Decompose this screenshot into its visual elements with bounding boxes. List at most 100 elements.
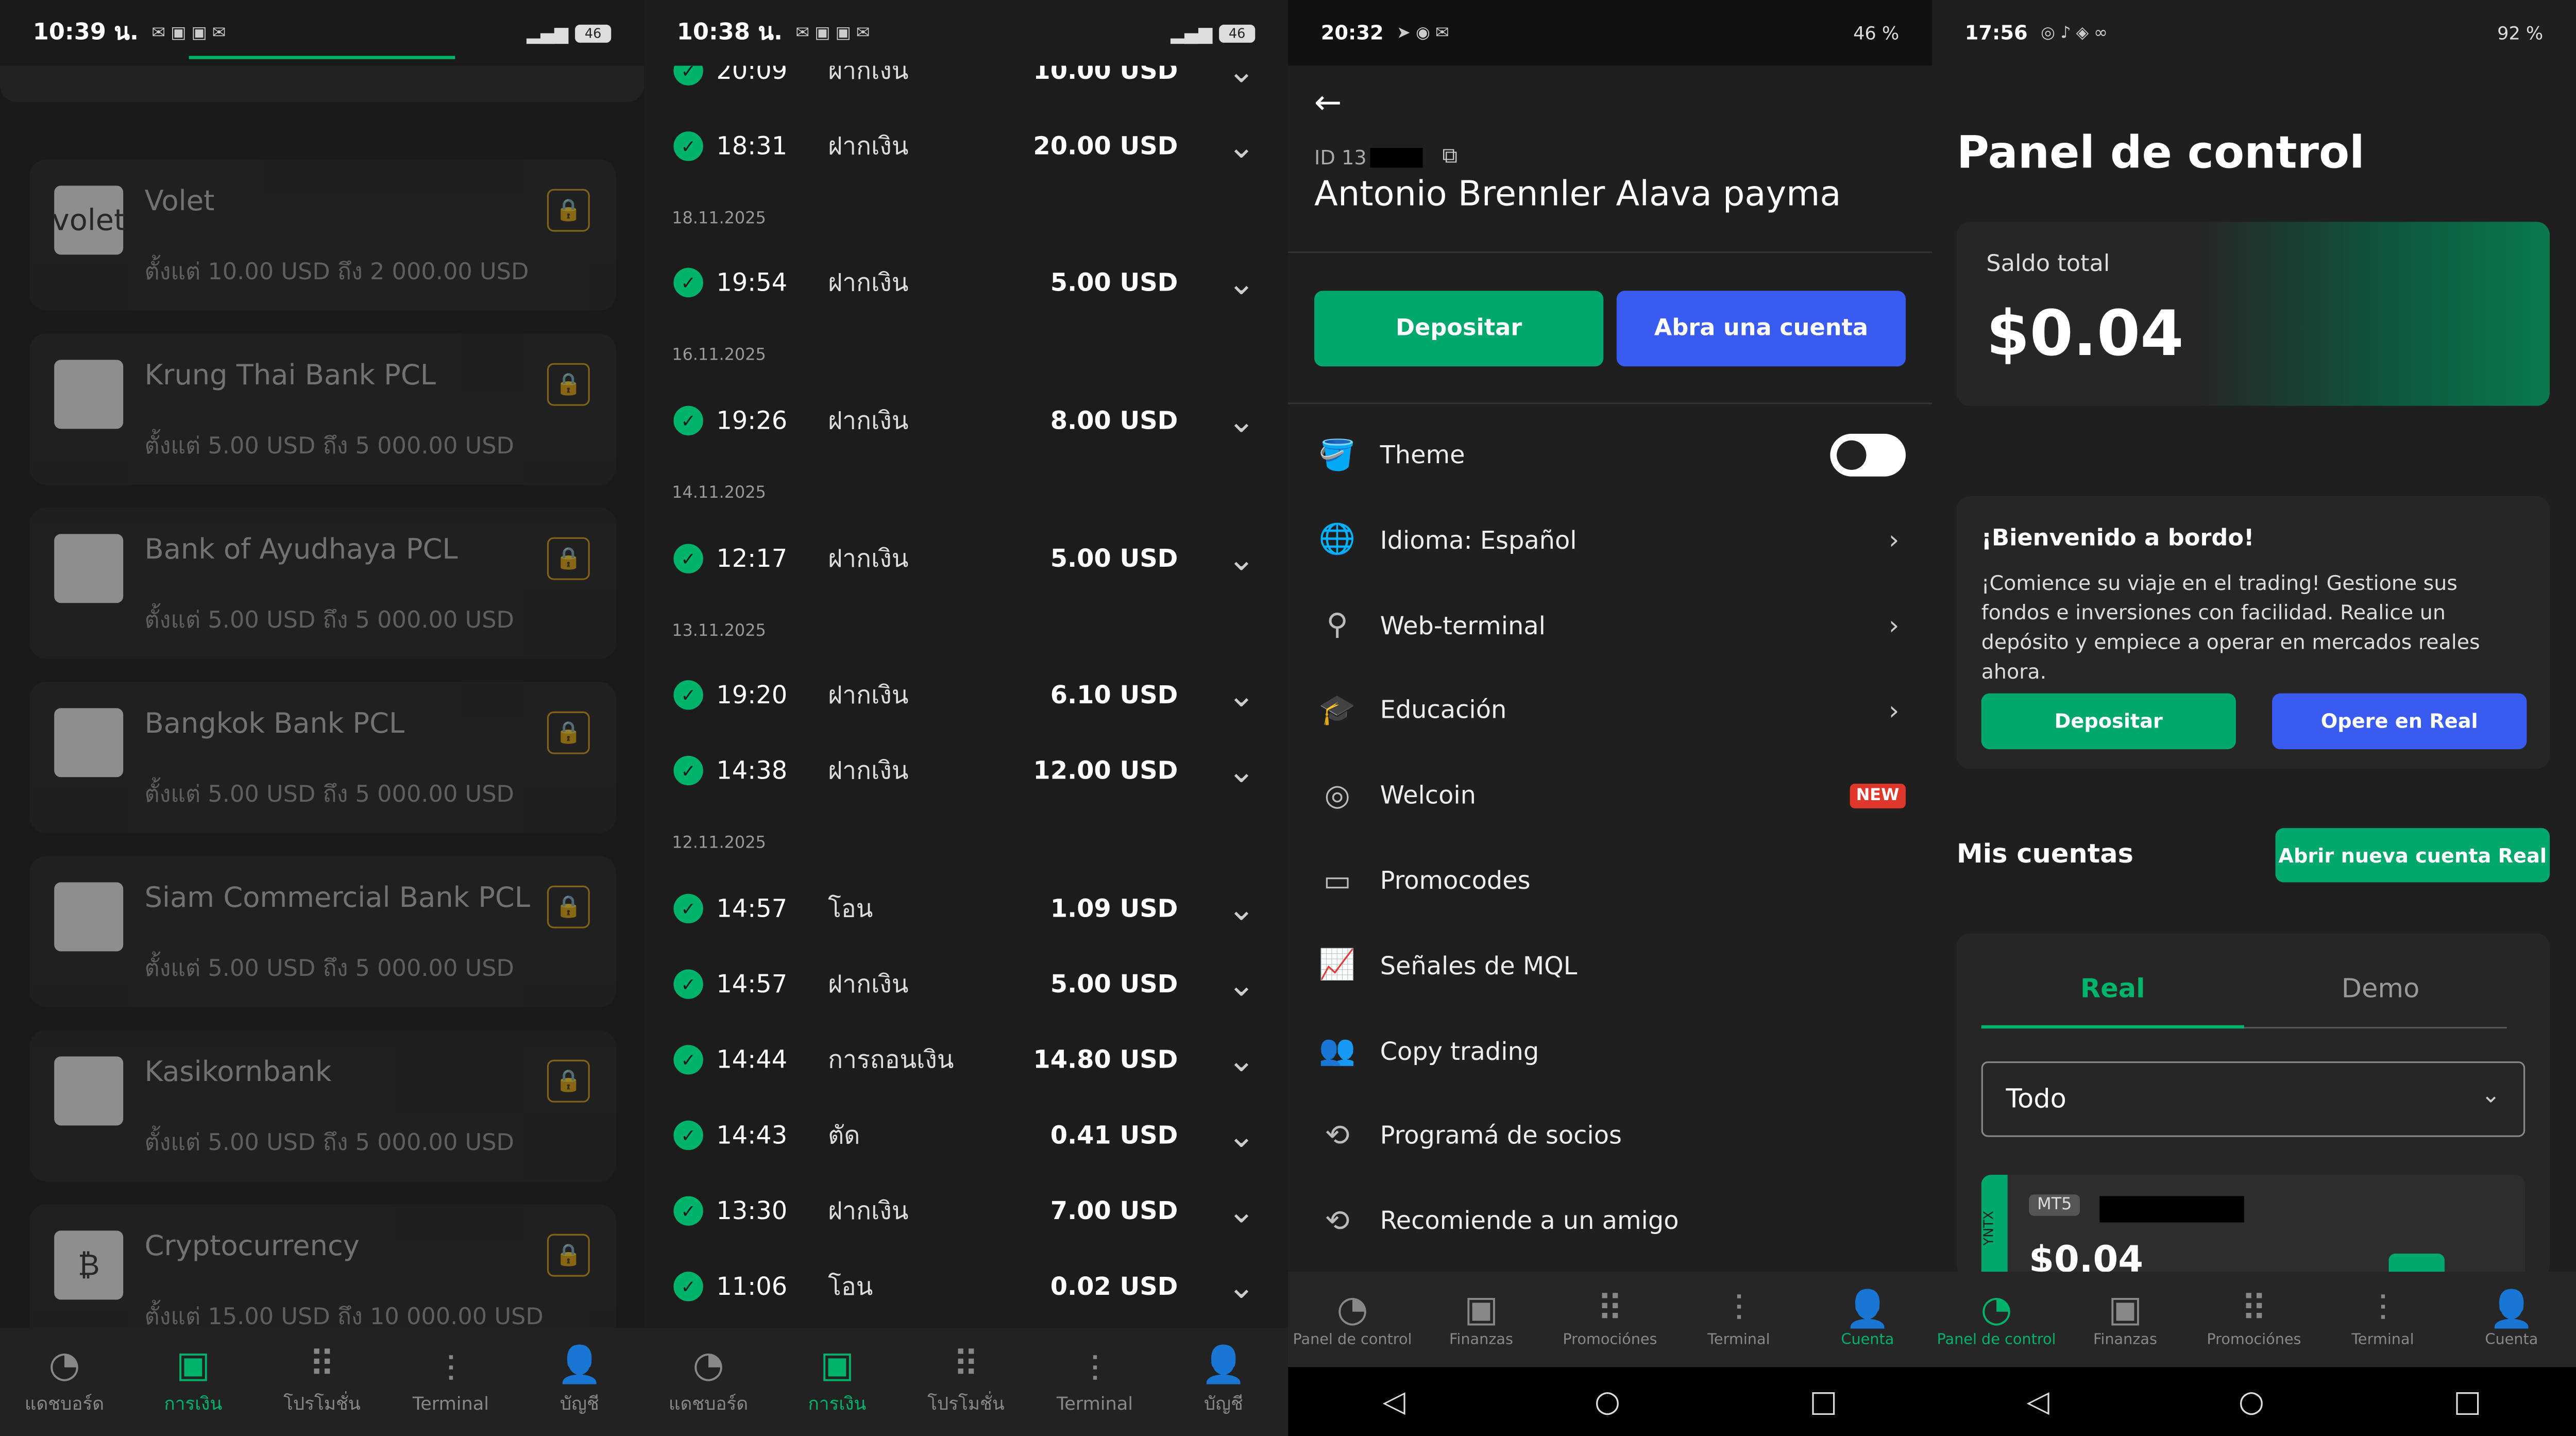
account-item[interactable]: YNTX MT5 $0.04 xyxy=(1981,1174,2526,1278)
menu-item[interactable]: ⟲ Programá de socios xyxy=(1288,1093,1932,1179)
theme-toggle[interactable] xyxy=(1830,433,1906,477)
payment-method-card[interactable]: Bangkok Bank PCL ตั้งแต่ 5.00 USD ถึง 5 0… xyxy=(29,682,616,833)
menu-item[interactable]: 🌐 Idioma: Español › xyxy=(1288,498,1932,583)
transaction-row[interactable]: ✓ 19:20 ฝากเงิน 6.10 USD ⌄ xyxy=(644,657,1288,733)
bank-logo-icon xyxy=(54,534,124,603)
chevron-down-icon[interactable]: ⌄ xyxy=(1228,1191,1255,1231)
nav-item[interactable]: ⠿ Promociónes xyxy=(2190,1290,2318,1349)
grid-icon: ⠿ xyxy=(1597,1290,1623,1331)
chevron-down-icon[interactable]: ⌄ xyxy=(1228,401,1255,441)
payment-method-card[interactable]: Bank of Ayudhaya PCL ตั้งแต่ 5.00 USD ถึง… xyxy=(29,508,616,659)
deposit-button[interactable]: Depositar xyxy=(1981,693,2236,750)
payment-method-card[interactable]: volet Volet ตั้งแต่ 10.00 USD ถึง 2 000.00… xyxy=(29,159,616,311)
chevron-down-icon[interactable]: ⌄ xyxy=(1228,539,1255,579)
nav-item[interactable]: ◔ แดชบอร์ด xyxy=(644,1346,773,1418)
chevron-down-icon[interactable]: ⌄ xyxy=(1228,1267,1255,1307)
nav-item[interactable]: ⠿ โปรโมชั่น xyxy=(258,1346,386,1418)
transaction-amount: 5.00 USD xyxy=(1050,267,1178,298)
back-arrow-icon[interactable]: ← xyxy=(1314,82,1342,122)
open-account-button[interactable]: Abra una cuenta xyxy=(1616,291,1906,367)
chevron-down-icon[interactable]: ⌄ xyxy=(1228,1040,1255,1080)
bank-logo-icon xyxy=(54,882,124,952)
tab-real[interactable]: Real xyxy=(1981,973,2244,1004)
trade-real-button[interactable]: Opere en Real xyxy=(2272,693,2527,750)
nav-item[interactable]: ◔ แดชบอร์ด xyxy=(0,1346,129,1418)
chevron-down-icon[interactable]: ⌄ xyxy=(1228,889,1255,928)
tab-underline xyxy=(1981,1025,2244,1029)
chevron-down-icon[interactable]: ⌄ xyxy=(1228,263,1255,302)
transaction-row[interactable]: ✓ 13:30 ฝากเงิน 7.00 USD ⌄ xyxy=(644,1173,1288,1249)
nav-item[interactable]: ▣ Finanzas xyxy=(1417,1290,1546,1349)
nav-item[interactable]: ▣ การเงิน xyxy=(129,1346,258,1418)
recents-square-icon[interactable]: □ xyxy=(2453,1384,2481,1419)
menu-item-label: Programá de socios xyxy=(1380,1121,1622,1151)
payment-method-card[interactable]: Kasikornbank ตั้งแต่ 5.00 USD ถึง 5 000.0… xyxy=(29,1030,616,1181)
nav-item[interactable]: ⠿ Promociónes xyxy=(1546,1290,1674,1349)
chevron-down-icon[interactable]: ⌄ xyxy=(1228,751,1255,790)
bottom-nav: ◔ Panel de control ▣ Finanzas ⠿ Promociónes ⫶ T… xyxy=(1288,1272,1933,1367)
balance-card: Saldo total $0.04 xyxy=(1956,222,2550,406)
nav-item[interactable]: 👤 บัญชี xyxy=(515,1346,644,1418)
menu-item[interactable]: 👥 Copy trading xyxy=(1288,1008,1932,1094)
wallet-icon: ▣ xyxy=(1464,1290,1499,1331)
bank-logo-icon xyxy=(54,360,124,429)
chevron-down-icon[interactable]: ⌄ xyxy=(1228,675,1255,715)
back-triangle-icon[interactable]: ◁ xyxy=(2027,1384,2049,1419)
check-icon: ✓ xyxy=(673,680,703,710)
system-nav-bar: ◁ ○ □ xyxy=(1288,1367,1933,1436)
account-holder-name: Antonio Brennler Alava payma xyxy=(1314,174,1841,214)
transaction-row[interactable]: ✓ 11:06 โอน 0.02 USD ⌄ xyxy=(644,1248,1288,1324)
nav-item[interactable]: ⫶ Terminal xyxy=(2318,1290,2447,1349)
nav-item[interactable]: ◔ Panel de control xyxy=(1288,1290,1417,1349)
home-circle-icon[interactable]: ○ xyxy=(2239,1384,2264,1419)
nav-item[interactable]: 👤 Cuenta xyxy=(2447,1290,2576,1349)
chevron-down-icon[interactable]: ⌄ xyxy=(1228,1116,1255,1155)
transaction-row[interactable]: ✓ 12:17 ฝากเงิน 5.00 USD ⌄ xyxy=(644,521,1288,597)
payment-method-card[interactable]: Krung Thai Bank PCL ตั้งแต่ 5.00 USD ถึง … xyxy=(29,333,616,485)
nav-item[interactable]: ⠿ โปรโมชั่น xyxy=(902,1346,1030,1418)
menu-item[interactable]: ▭ Promocodes xyxy=(1288,838,1932,923)
back-triangle-icon[interactable]: ◁ xyxy=(1383,1384,1405,1419)
menu-item[interactable]: 📈 Señales de MQL xyxy=(1288,923,1932,1008)
recents-square-icon[interactable]: □ xyxy=(1809,1384,1837,1419)
nav-item[interactable]: ◔ Panel de control xyxy=(1932,1290,2061,1349)
payment-method-name: Krung Thai Bank PCL xyxy=(144,360,436,393)
check-icon: ✓ xyxy=(673,544,703,573)
deposit-button[interactable]: Depositar xyxy=(1314,291,1604,367)
menu-item[interactable]: 🎓 Educación › xyxy=(1288,668,1932,753)
nav-item[interactable]: 👤 บัญชี xyxy=(1159,1346,1288,1418)
account-filter-select[interactable]: Todo ⌄ xyxy=(1981,1061,2526,1137)
copy-icon[interactable]: ⧉ xyxy=(1442,145,1458,170)
welcome-title: ¡Bienvenido a bordo! xyxy=(1981,526,2255,552)
scroll-indicator xyxy=(189,56,455,59)
nav-item[interactable]: ⫶ Terminal xyxy=(386,1350,515,1414)
home-circle-icon[interactable]: ○ xyxy=(1595,1384,1620,1419)
menu-item[interactable]: ◎ Welcoin NEW xyxy=(1288,753,1932,838)
menu-item[interactable]: ⟲ Recomiende a un amigo xyxy=(1288,1178,1932,1264)
handshake-icon: ⟲ xyxy=(1325,1204,1350,1239)
chevron-down-icon[interactable]: ⌄ xyxy=(1228,127,1255,166)
bank-logo-icon xyxy=(54,708,124,778)
transaction-row[interactable]: ✓ 18:31 ฝากเงิน 20.00 USD ⌄ xyxy=(644,108,1288,184)
account-platform-badge: MT5 xyxy=(2029,1194,2080,1216)
chevron-down-icon[interactable]: ⌄ xyxy=(1228,965,1255,1004)
open-real-account-button[interactable]: Abrir nueva cuenta Real xyxy=(2275,828,2550,883)
nav-item[interactable]: ⫶ Terminal xyxy=(1674,1290,1803,1349)
nav-item[interactable]: ⫶ Terminal xyxy=(1030,1350,1159,1414)
menu-item[interactable]: ⚲ Web-terminal › xyxy=(1288,583,1932,668)
transaction-row[interactable]: ✓ 14:57 โอน 1.09 USD ⌄ xyxy=(644,871,1288,947)
transaction-row[interactable]: ✓ 19:54 ฝากเงิน 5.00 USD ⌄ xyxy=(644,245,1288,320)
status-bar: 20:32 ➤ ◉ ✉ 46 % xyxy=(1288,0,1933,66)
nav-item[interactable]: 👤 Cuenta xyxy=(1803,1290,1932,1349)
nav-label: Promociónes xyxy=(1563,1332,1657,1349)
payment-method-card[interactable]: Siam Commercial Bank PCL ตั้งแต่ 5.00 USD… xyxy=(29,856,616,1007)
transaction-row[interactable]: ✓ 14:44 การถอนเงิน 14.80 USD ⌄ xyxy=(644,1022,1288,1097)
menu-item[interactable]: 🪣 Theme xyxy=(1288,412,1932,498)
transaction-row[interactable]: ✓ 14:57 ฝากเงิน 5.00 USD ⌄ xyxy=(644,947,1288,1022)
transaction-row[interactable]: ✓ 14:38 ฝากเงิน 12.00 USD ⌄ xyxy=(644,733,1288,808)
tab-demo[interactable]: Demo xyxy=(2249,973,2512,1004)
nav-item[interactable]: ▣ Finanzas xyxy=(2061,1290,2190,1349)
nav-item[interactable]: ▣ การเงิน xyxy=(773,1346,902,1418)
transaction-row[interactable]: ✓ 19:26 ฝากเงิน 8.00 USD ⌄ xyxy=(644,383,1288,459)
transaction-row[interactable]: ✓ 14:43 ตัด 0.41 USD ⌄ xyxy=(644,1097,1288,1173)
